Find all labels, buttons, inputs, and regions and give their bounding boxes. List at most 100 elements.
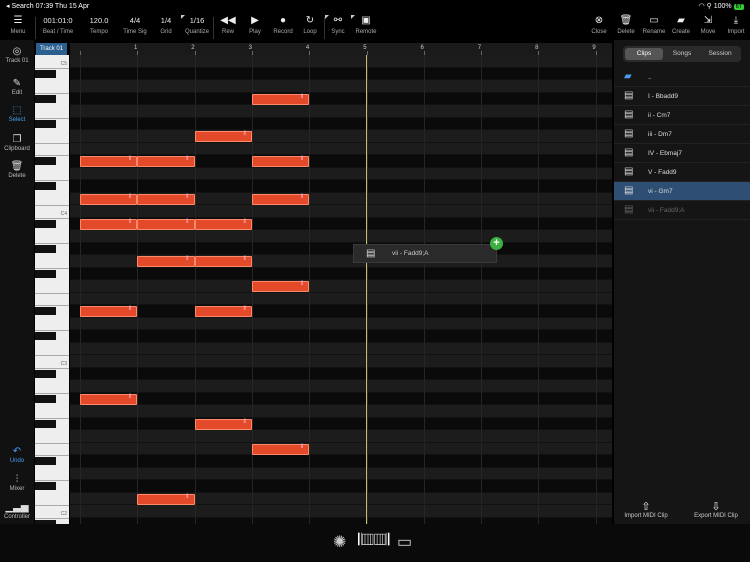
black-key[interactable] xyxy=(35,457,56,465)
note-row[interactable] xyxy=(70,442,612,455)
note-row[interactable] xyxy=(70,80,612,93)
close-button[interactable]: ⊗ Close xyxy=(588,15,610,35)
note-row[interactable] xyxy=(70,480,612,493)
midi-note[interactable] xyxy=(137,493,195,505)
piano-keyboard[interactable]: C5 C4 C3 C2 xyxy=(35,55,69,524)
menu-button[interactable]: ☰ Menu xyxy=(4,15,32,35)
dragged-clip[interactable]: ▤ vii - Fadd9;A xyxy=(353,244,497,263)
note-row[interactable] xyxy=(70,367,612,380)
note-row[interactable] xyxy=(70,417,612,430)
create-button[interactable]: ▰ Create xyxy=(670,15,692,35)
note-row[interactable] xyxy=(70,130,612,143)
note-row[interactable] xyxy=(70,455,612,468)
device-view-button[interactable]: ▭ xyxy=(397,532,412,552)
import-midi-button[interactable]: ⇧ Import MIDI Clip xyxy=(616,500,676,519)
midi-note[interactable] xyxy=(194,306,252,317)
clip-item[interactable]: ▤ ii - Cm7 xyxy=(614,106,750,125)
clip-item[interactable]: ▤ vii - Fadd9;A xyxy=(614,201,750,220)
note-row[interactable] xyxy=(70,67,612,80)
note-row[interactable] xyxy=(70,205,612,218)
black-key[interactable] xyxy=(35,69,56,78)
black-key[interactable] xyxy=(35,94,56,103)
note-row[interactable] xyxy=(70,55,612,68)
note-row[interactable] xyxy=(70,380,612,393)
note-row[interactable] xyxy=(70,317,612,330)
select-tool[interactable]: ⬚ Select xyxy=(0,104,34,123)
clip-item[interactable]: ▤ vi - Gm7 xyxy=(614,182,750,201)
track-header[interactable]: Track 01 xyxy=(36,43,67,55)
tab-session[interactable]: Session xyxy=(701,48,739,60)
tab-songs[interactable]: Songs xyxy=(663,48,701,60)
sync-button[interactable]: ⚯ Sync xyxy=(325,15,349,35)
clip-item[interactable]: ▤ IV - Ebmaj7 xyxy=(614,144,750,163)
play-button[interactable]: ▶ Play xyxy=(244,15,266,35)
midi-note[interactable] xyxy=(194,218,252,230)
midi-note[interactable] xyxy=(137,218,195,230)
note-row[interactable] xyxy=(70,267,612,280)
clip-item[interactable]: ▤ I - Bbadd9 xyxy=(614,87,750,106)
remote-button[interactable]: ▣ Remote xyxy=(351,15,379,35)
note-row[interactable] xyxy=(70,180,612,193)
note-row[interactable] xyxy=(70,92,612,105)
tempo-display[interactable]: 120.0 Tempo xyxy=(84,15,114,35)
black-key[interactable] xyxy=(35,369,56,378)
note-row[interactable] xyxy=(70,467,612,480)
mixer-button[interactable]: ⫶ Mixer xyxy=(0,473,34,492)
undo-button[interactable]: ↶ Undo xyxy=(0,445,34,464)
delete-tool[interactable]: 🗑 Delete xyxy=(0,160,34,179)
midi-note[interactable] xyxy=(80,193,138,205)
black-key[interactable] xyxy=(35,307,56,315)
black-key[interactable] xyxy=(35,482,56,490)
timesig-display[interactable]: 4/4 Time Sig xyxy=(120,15,150,35)
export-midi-button[interactable]: ⇩ Export MIDI Clip xyxy=(686,500,746,519)
tab-clips[interactable]: Clips xyxy=(625,48,663,60)
note-row[interactable] xyxy=(70,230,612,243)
midi-note[interactable] xyxy=(251,443,310,455)
keyboard-view-button[interactable]: 𝄃▥▥𝄂 xyxy=(358,532,390,550)
note-row[interactable] xyxy=(70,405,612,418)
black-key[interactable] xyxy=(35,394,56,403)
clipboard-tool[interactable]: ❐ Clipboard xyxy=(0,133,34,152)
record-button[interactable]: ● Record xyxy=(270,15,296,35)
note-row[interactable] xyxy=(70,342,612,355)
note-row[interactable] xyxy=(70,167,612,180)
position-display[interactable]: 001:01:0 Beat / Time xyxy=(38,15,78,35)
note-row[interactable] xyxy=(70,305,612,318)
edit-tool[interactable]: ✎ Edit xyxy=(0,77,34,96)
note-row[interactable] xyxy=(70,142,612,155)
midi-note[interactable] xyxy=(251,93,310,105)
delete-button[interactable]: 🗑 Delete xyxy=(615,15,637,35)
move-button[interactable]: ⇲ Move xyxy=(697,15,719,35)
quantize-button[interactable]: 1/16 Quantize xyxy=(181,15,211,35)
midi-note[interactable] xyxy=(137,256,195,267)
note-row[interactable] xyxy=(70,505,612,518)
dial-view-button[interactable]: ✺ xyxy=(333,532,346,552)
midi-note[interactable] xyxy=(137,193,195,205)
rewind-button[interactable]: ◀◀ Rew xyxy=(216,15,240,35)
track-tool[interactable]: ◎ Track 01 xyxy=(0,45,34,64)
midi-note[interactable] xyxy=(80,306,138,317)
note-row[interactable] xyxy=(70,242,612,255)
midi-note[interactable] xyxy=(251,193,310,205)
midi-note[interactable] xyxy=(194,256,252,267)
black-key[interactable] xyxy=(35,182,56,190)
midi-note[interactable] xyxy=(194,131,252,142)
piano-roll[interactable]: 12345678910 xyxy=(70,43,612,524)
black-key[interactable] xyxy=(35,119,56,128)
loop-button[interactable]: ↻ Loop xyxy=(299,15,321,35)
midi-note[interactable] xyxy=(80,218,138,230)
note-row[interactable] xyxy=(70,330,612,343)
midi-note[interactable] xyxy=(251,281,310,292)
note-row[interactable] xyxy=(70,292,612,305)
black-key[interactable] xyxy=(35,419,56,428)
controller-button[interactable]: ▁▃▅ Controller xyxy=(0,501,34,520)
midi-note[interactable] xyxy=(80,156,138,167)
midi-note[interactable] xyxy=(251,156,310,167)
folder-up-item[interactable]: ▰ .. xyxy=(614,68,750,87)
note-row[interactable] xyxy=(70,355,612,368)
black-key[interactable] xyxy=(35,332,56,340)
import-button[interactable]: ⤓ Import xyxy=(724,15,748,35)
midi-note[interactable] xyxy=(80,393,138,405)
note-row[interactable] xyxy=(70,280,612,293)
rename-button[interactable]: ▭ Rename xyxy=(641,15,667,35)
